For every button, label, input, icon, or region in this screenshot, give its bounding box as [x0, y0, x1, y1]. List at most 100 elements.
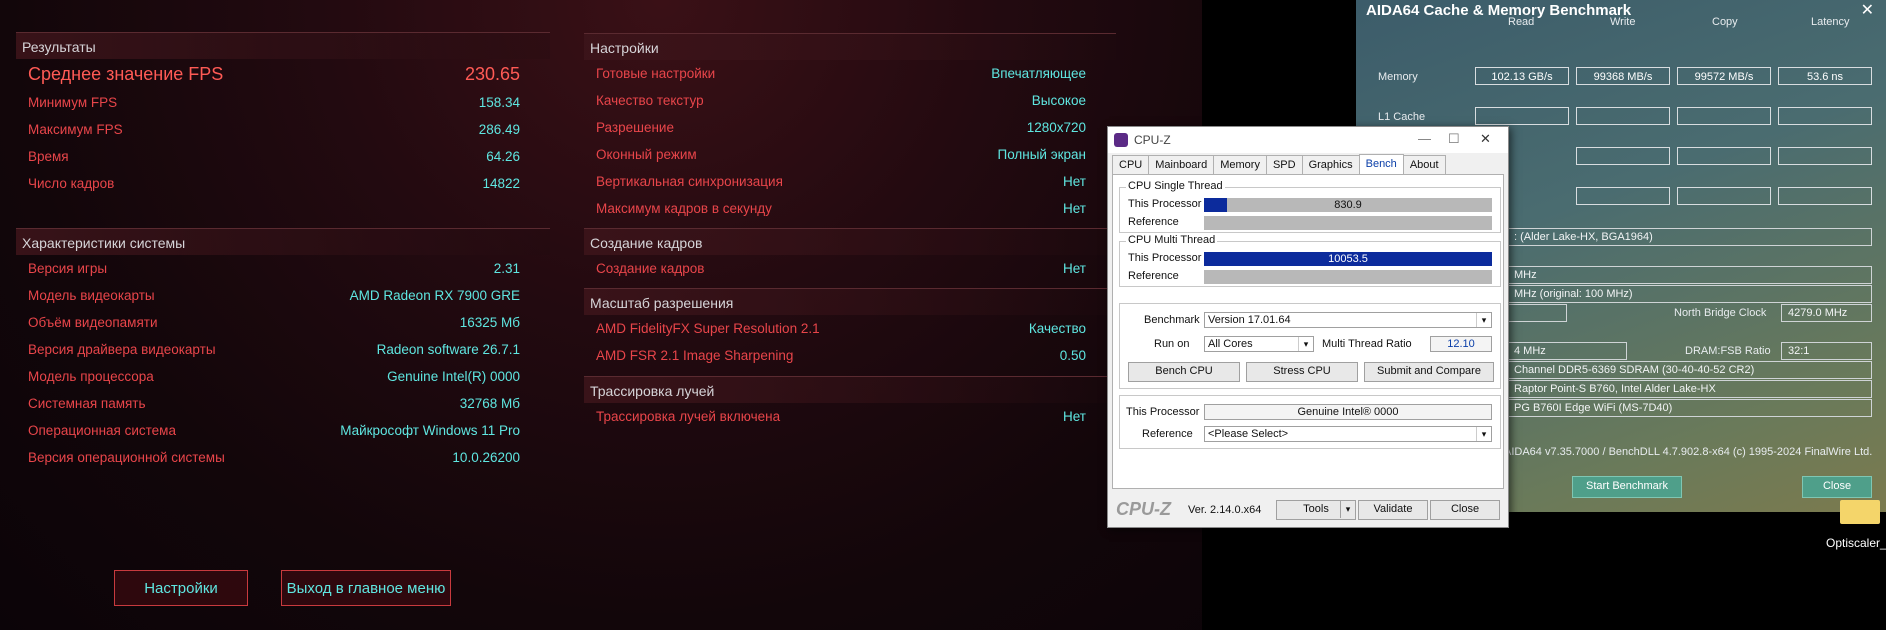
- this-processor-value: Genuine Intel® 0000: [1204, 404, 1492, 420]
- reference-select[interactable]: <Please Select> ▾: [1204, 426, 1492, 442]
- tab-bench[interactable]: Bench: [1358, 154, 1404, 175]
- single-thread-group: CPU Single Thread This Processor 830.9 R…: [1119, 180, 1501, 233]
- tab-memory[interactable]: Memory: [1213, 155, 1267, 176]
- result-label: Число кадров: [28, 176, 115, 191]
- maximize-icon[interactable]: ☐: [1448, 131, 1460, 147]
- system-row: Операционная система Майкрософт Windows 1…: [16, 417, 550, 444]
- result-row: Среднее значение FPS 230.65: [16, 59, 550, 89]
- benchmark-version-select[interactable]: Version 17.01.64 ▾: [1204, 312, 1492, 328]
- settings-row: Максимум кадров в секунду Нет: [584, 195, 1116, 222]
- tools-button[interactable]: Tools ▾: [1276, 500, 1356, 520]
- system-value: 16325 Мб: [459, 315, 520, 330]
- settings-label: Разрешение: [596, 120, 674, 135]
- chevron-down-icon: ▾: [1476, 427, 1491, 441]
- single-reference-label: Reference: [1128, 216, 1179, 228]
- tab-graphics[interactable]: Graphics: [1301, 155, 1360, 176]
- settings-row: Вертикальная синхронизация Нет: [584, 168, 1116, 195]
- aida-close-button[interactable]: Close: [1802, 476, 1872, 498]
- settings-value: 1280x720: [1026, 120, 1086, 135]
- reference-value: <Please Select>: [1208, 428, 1289, 440]
- run-on-label: Run on: [1154, 338, 1190, 350]
- frames-section: Создание кадров Создание кадров Нет: [584, 228, 1116, 282]
- reference-label: Reference: [1142, 428, 1193, 440]
- column-header-write: Write: [1610, 16, 1636, 28]
- settings-button[interactable]: Настройки: [114, 570, 248, 606]
- bench-cpu-button[interactable]: Bench CPU: [1128, 362, 1240, 382]
- close-button[interactable]: Close: [1430, 500, 1500, 520]
- motherboard-field: PG B760I Edge WiFi (MS-7D40): [1507, 399, 1872, 417]
- submit-compare-button[interactable]: Submit and Compare: [1364, 362, 1494, 382]
- settings-label: Качество текстур: [596, 93, 704, 108]
- column-header-copy: Copy: [1712, 16, 1738, 28]
- tab-cpu[interactable]: CPU: [1112, 155, 1150, 176]
- cpuz-brand-logo: CPU-Z: [1116, 499, 1171, 519]
- system-label: Системная память: [28, 396, 146, 411]
- close-icon[interactable]: ✕: [1861, 0, 1874, 19]
- system-label: Модель процессора: [28, 369, 154, 384]
- scaling-label: AMD FSR 2.1 Image Sharpening: [596, 348, 794, 363]
- system-value: 2.31: [493, 261, 520, 276]
- settings-value: Высокое: [1031, 93, 1086, 108]
- multi-reference-bar: [1204, 270, 1492, 284]
- raytracing-section: Трассировка лучей Трассировка лучей вклю…: [584, 376, 1116, 430]
- l1-latency-value: [1778, 107, 1872, 125]
- chevron-down-icon: ▾: [1340, 501, 1355, 518]
- system-row: Модель процессора Genuine Intel(R) 0000: [16, 363, 550, 390]
- tab-mainboard[interactable]: Mainboard: [1148, 155, 1215, 176]
- cpu-clock-field: MHz: [1507, 266, 1872, 284]
- game-benchmark-screen: Результаты Среднее значение FPS 230.65 Ми…: [0, 0, 1202, 630]
- result-label: Максимум FPS: [28, 122, 123, 137]
- system-row: Версия операционной системы 10.0.26200: [16, 444, 550, 471]
- close-icon[interactable]: ✕: [1480, 131, 1491, 147]
- settings-label: Оконный режим: [596, 147, 697, 162]
- north-bridge-value: 4279.0 MHz: [1781, 304, 1872, 322]
- tab-spd[interactable]: SPD: [1265, 155, 1303, 176]
- system-value: Майкрософт Windows 11 Pro: [340, 423, 520, 438]
- l1-read-value: [1475, 107, 1569, 125]
- system-label: Объём видеопамяти: [28, 315, 158, 330]
- system-title: Характеристики системы: [16, 228, 550, 255]
- validate-button[interactable]: Validate: [1358, 500, 1428, 520]
- dram-fsb-value: 32:1: [1781, 342, 1872, 360]
- result-row: Максимум FPS 286.49: [16, 116, 550, 143]
- folder-icon[interactable]: [1840, 500, 1880, 524]
- memory-copy-value: 99572 MB/s: [1677, 67, 1771, 85]
- settings-row: Готовые настройки Впечатляющее: [584, 60, 1116, 87]
- system-row: Версия драйвера видеокарты Radeon softwar…: [16, 336, 550, 363]
- settings-row: Качество текстур Высокое: [584, 87, 1116, 114]
- stress-cpu-button[interactable]: Stress CPU: [1246, 362, 1358, 382]
- results-section: Результаты Среднее значение FPS 230.65 Ми…: [16, 32, 550, 197]
- multi-thread-group: CPU Multi Thread This Processor 10053.5 …: [1119, 234, 1501, 287]
- result-row: Минимум FPS 158.34: [16, 89, 550, 116]
- start-benchmark-button[interactable]: Start Benchmark: [1572, 476, 1682, 498]
- multi-thread-bar: 10053.5: [1204, 252, 1492, 266]
- system-row: Модель видеокарты AMD Radeon RX 7900 GRE: [16, 282, 550, 309]
- tools-label: Tools: [1303, 503, 1329, 515]
- result-label: Минимум FPS: [28, 95, 118, 110]
- system-label: Модель видеокарты: [28, 288, 155, 303]
- run-on-select[interactable]: All Cores ▾: [1204, 336, 1314, 352]
- result-label: Среднее значение FPS: [28, 63, 224, 84]
- bench-panel: CPU Single Thread This Processor 830.9 R…: [1112, 174, 1504, 489]
- column-header-latency: Latency: [1811, 16, 1850, 28]
- scaling-title: Масштаб разрешения: [584, 288, 1116, 315]
- minimize-icon[interactable]: —: [1418, 131, 1431, 146]
- l2-copy-value: [1677, 147, 1771, 165]
- l2-latency-value: [1778, 147, 1872, 165]
- desktop-icon-label[interactable]: Optiscaler_...: [1826, 536, 1886, 550]
- exit-main-menu-button[interactable]: Выход в главное меню: [281, 570, 451, 606]
- settings-title: Настройки: [584, 33, 1116, 60]
- dram-fsb-label: DRAM:FSB Ratio: [1685, 345, 1771, 357]
- chevron-down-icon: ▾: [1476, 313, 1491, 327]
- system-label: Операционная система: [28, 423, 176, 438]
- raytracing-label: Трассировка лучей включена: [596, 409, 781, 424]
- cpuz-tabs: CPU Mainboard Memory SPD Graphics Bench …: [1112, 154, 1446, 176]
- benchmark-settings-group: Benchmark Version 17.01.64 ▾ Run on All …: [1119, 303, 1501, 389]
- memory-read-value: 102.13 GB/s: [1475, 67, 1569, 85]
- settings-value: Впечатляющее: [991, 66, 1086, 81]
- result-label: Время: [28, 149, 69, 164]
- frames-label: Создание кадров: [596, 261, 705, 276]
- tab-about[interactable]: About: [1402, 155, 1446, 176]
- l3-latency-value: [1778, 187, 1872, 205]
- frames-row: Создание кадров Нет: [584, 255, 1116, 282]
